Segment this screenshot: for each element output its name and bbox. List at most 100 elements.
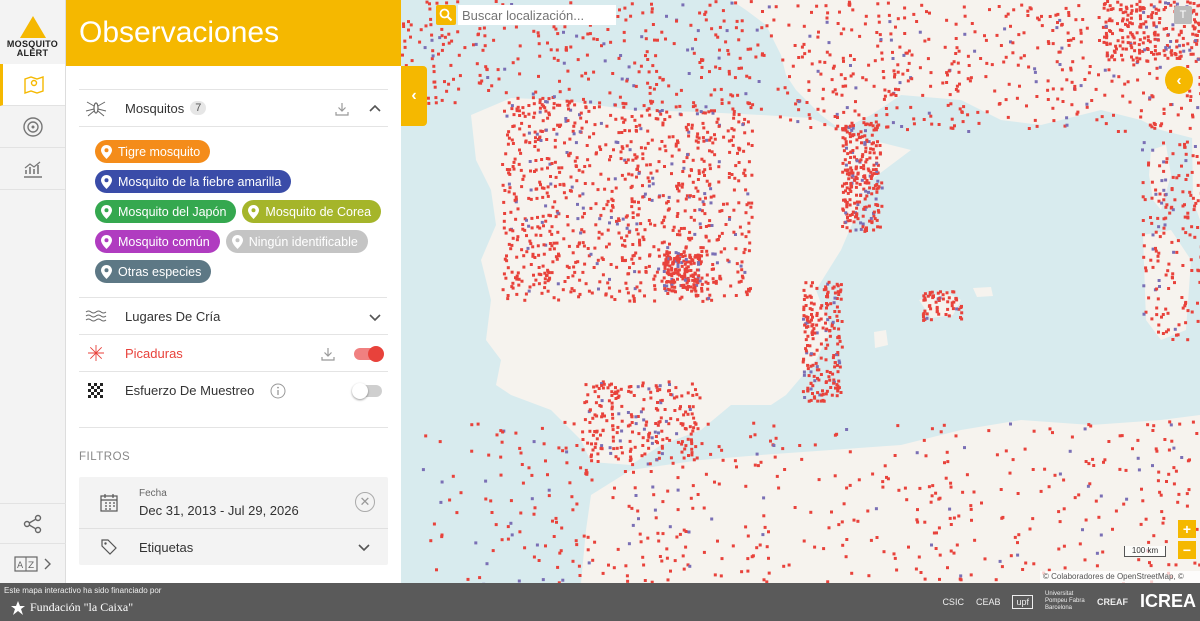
observation-dot[interactable] [849, 182, 853, 185]
observation-dot[interactable] [796, 4, 800, 8]
observation-dot[interactable] [634, 125, 638, 128]
observation-dot[interactable] [649, 390, 653, 394]
observation-dot[interactable] [1057, 510, 1061, 514]
observation-dot[interactable] [1169, 40, 1173, 43]
observation-dot[interactable] [808, 34, 812, 38]
observation-dot[interactable] [421, 468, 425, 472]
observation-dot[interactable] [1046, 79, 1050, 83]
observation-dot[interactable] [954, 22, 958, 26]
observation-dot[interactable] [642, 418, 646, 422]
observation-dot[interactable] [593, 445, 597, 449]
observation-dot[interactable] [781, 58, 785, 62]
observation-dot[interactable] [789, 118, 793, 122]
observation-dot[interactable] [595, 38, 599, 41]
observation-dot[interactable] [886, 477, 890, 481]
observation-dot[interactable] [598, 145, 602, 149]
observation-dot[interactable] [1155, 306, 1159, 310]
observation-dot[interactable] [761, 10, 764, 13]
observation-dot[interactable] [631, 523, 635, 527]
observation-dot[interactable] [541, 119, 545, 123]
observation-dot[interactable] [1058, 50, 1062, 54]
observation-dot[interactable] [630, 257, 634, 261]
observation-dot[interactable] [846, 168, 850, 172]
observation-dot[interactable] [672, 42, 676, 46]
observation-dot[interactable] [646, 536, 650, 540]
observation-dot[interactable] [803, 294, 807, 298]
observation-dot[interactable] [681, 170, 685, 173]
observation-dot[interactable] [805, 101, 809, 104]
observation-dot[interactable] [1170, 188, 1174, 192]
observation-dot[interactable] [1149, 3, 1153, 7]
observation-dot[interactable] [831, 320, 835, 324]
observation-dot[interactable] [730, 1, 734, 5]
observation-dot[interactable] [575, 179, 579, 183]
observation-dot[interactable] [744, 235, 748, 239]
chip-common-mosquito[interactable]: Mosquito común [95, 230, 220, 253]
observation-dot[interactable] [657, 267, 661, 271]
observation-dot[interactable] [836, 124, 840, 128]
observation-dot[interactable] [918, 66, 922, 70]
observation-dot[interactable] [745, 203, 749, 207]
observation-dot[interactable] [510, 243, 514, 247]
observation-dot[interactable] [635, 175, 638, 179]
observation-dot[interactable] [897, 88, 901, 92]
observation-dot[interactable] [1099, 533, 1103, 537]
observation-dot[interactable] [1124, 47, 1128, 51]
observation-dot[interactable] [954, 434, 958, 438]
observation-dot[interactable] [1195, 34, 1199, 37]
observation-dot[interactable] [1102, 460, 1105, 464]
observation-dot[interactable] [772, 424, 776, 428]
observation-dot[interactable] [841, 208, 845, 212]
observation-dot[interactable] [1034, 80, 1038, 84]
observation-dot[interactable] [624, 18, 628, 22]
observation-dot[interactable] [635, 285, 639, 289]
observation-dot[interactable] [720, 557, 724, 561]
observation-dot[interactable] [484, 65, 488, 69]
observation-dot[interactable] [704, 225, 708, 228]
observation-dot[interactable] [574, 165, 578, 168]
observation-dot[interactable] [565, 48, 568, 52]
observation-dot[interactable] [930, 427, 934, 431]
observation-dot[interactable] [1107, 68, 1111, 72]
observation-dot[interactable] [621, 217, 625, 221]
observation-dot[interactable] [857, 113, 861, 117]
observation-dot[interactable] [826, 343, 830, 347]
observation-dot[interactable] [999, 44, 1003, 47]
observation-dot[interactable] [1176, 333, 1180, 337]
observation-dot[interactable] [835, 314, 839, 318]
observation-dot[interactable] [1154, 230, 1158, 234]
observation-dot[interactable] [1126, 35, 1130, 39]
observation-dot[interactable] [538, 110, 542, 114]
observation-dot[interactable] [737, 38, 741, 42]
observation-dot[interactable] [1016, 553, 1020, 557]
observation-dot[interactable] [759, 107, 763, 111]
observation-dot[interactable] [841, 56, 845, 60]
observation-dot[interactable] [717, 165, 721, 169]
observation-dot[interactable] [837, 310, 841, 314]
observation-dot[interactable] [611, 439, 615, 443]
observation-dot[interactable] [1124, 10, 1128, 14]
observation-dot[interactable] [487, 89, 491, 92]
observation-dot[interactable] [554, 516, 558, 520]
observation-dot[interactable] [665, 201, 669, 205]
observation-dot[interactable] [1125, 18, 1129, 22]
observation-dot[interactable] [878, 225, 882, 229]
observation-dot[interactable] [485, 68, 489, 72]
observation-dot[interactable] [1000, 565, 1004, 569]
observation-dot[interactable] [720, 98, 724, 102]
observation-dot[interactable] [1147, 296, 1151, 300]
observation-dot[interactable] [1162, 217, 1166, 221]
observation-dot[interactable] [696, 132, 700, 136]
observation-dot[interactable] [1135, 9, 1138, 13]
observation-dot[interactable] [1073, 87, 1077, 91]
observation-dot[interactable] [875, 183, 879, 186]
observation-dot[interactable] [837, 359, 841, 363]
observation-dot[interactable] [531, 245, 535, 249]
observation-dot[interactable] [609, 451, 613, 455]
observation-dot[interactable] [963, 446, 966, 450]
observation-dot[interactable] [888, 20, 892, 24]
observation-dot[interactable] [440, 34, 444, 38]
observation-dot[interactable] [565, 450, 569, 454]
info-icon[interactable] [270, 383, 286, 399]
observation-dot[interactable] [737, 179, 741, 183]
